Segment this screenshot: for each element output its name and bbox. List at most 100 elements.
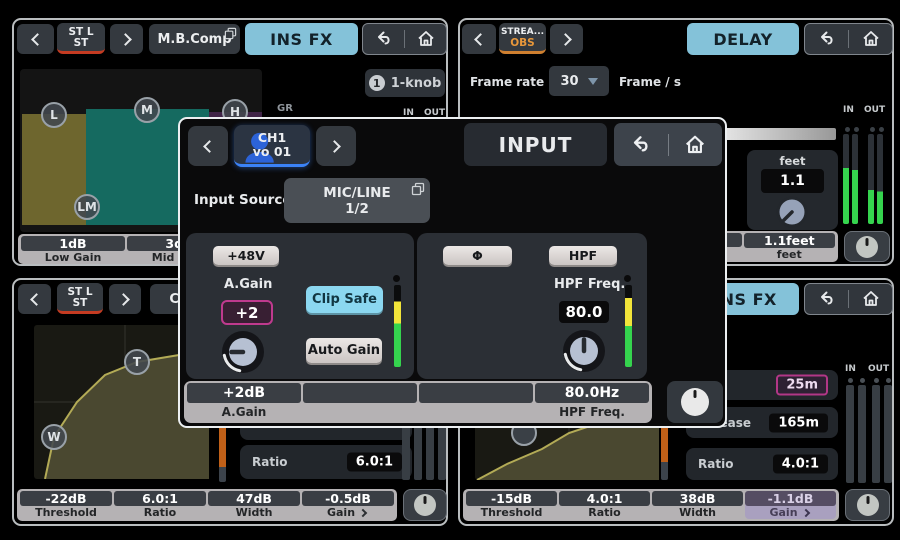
phase-button[interactable]: Φ: [443, 246, 512, 265]
prev-channel-button[interactable]: [18, 284, 51, 314]
param-seg-threshold[interactable]: -15dBThreshold: [466, 491, 557, 519]
param-strip: -15dBThreshold 4.0:1Ratio 38dBWidth -1.1…: [463, 489, 839, 521]
out-meter: [884, 385, 892, 483]
home-icon[interactable]: [860, 28, 882, 50]
copy-icon: [411, 182, 425, 196]
mixer-screen: ST L ST M.B.Comp INS FX L M H LM 1 1-kno…: [0, 0, 900, 540]
back-icon[interactable]: [628, 132, 654, 158]
in-label: IN: [845, 364, 856, 374]
back-icon[interactable]: [373, 28, 395, 50]
hpf-freq-knob[interactable]: [562, 329, 606, 373]
param-seg-3[interactable]: [419, 383, 533, 421]
width-marker[interactable]: W: [41, 424, 67, 450]
frame-rate-dropdown[interactable]: 30: [549, 66, 609, 96]
chevron-right-icon: [359, 508, 367, 516]
delay-value-box: feet 1.1: [747, 150, 838, 230]
again-label: A.Gain: [224, 277, 272, 292]
input-popup: CH1 vo 01 INPUT Input Source MIC/LINE 1/…: [178, 117, 727, 428]
back-icon[interactable]: [816, 288, 838, 310]
input-source-button[interactable]: MIC/LINE 1/2: [284, 178, 430, 223]
chevron-right-icon: [328, 140, 341, 153]
param-seg-gain-selected[interactable]: -1.1dBGain: [745, 491, 836, 519]
chevron-down-icon: [588, 78, 598, 85]
divider: [404, 30, 405, 48]
channel-tab-line2: OBS: [510, 38, 535, 49]
delay-value[interactable]: 1.1: [761, 169, 824, 193]
attack-value[interactable]: 25m: [776, 375, 828, 396]
param-seg-ratio[interactable]: 6.0:1Ratio: [114, 491, 206, 519]
ratio-row: Ratio 4.0:1: [686, 448, 838, 480]
param-seg-again[interactable]: +2dBA.Gain: [187, 383, 301, 421]
on-knob-button[interactable]: [667, 381, 723, 423]
home-icon[interactable]: [860, 288, 882, 310]
param-seg-delay[interactable]: 1.1feetfeet: [744, 233, 835, 260]
param-seg-2[interactable]: [303, 383, 417, 421]
again-value[interactable]: +2: [221, 300, 273, 325]
hpf-button[interactable]: HPF: [549, 246, 617, 265]
chevron-left-icon: [31, 33, 44, 46]
page-title-insfx[interactable]: INS FX: [245, 23, 358, 55]
home-icon[interactable]: [415, 28, 437, 50]
param-seg-lowgain[interactable]: 1dBLow Gain: [21, 236, 125, 262]
in-meter: [843, 134, 849, 224]
meter-peak-dot: [393, 275, 400, 282]
preset-button[interactable]: M.B.Comp: [149, 24, 240, 54]
ratio-value[interactable]: 4.0:1: [773, 455, 828, 474]
gr-label: GR: [277, 103, 293, 114]
divider: [848, 30, 849, 48]
band-marker-mid[interactable]: M: [134, 97, 160, 123]
delay-knob[interactable]: [776, 196, 808, 228]
hpf-section: Φ HPF HPF Freq. 80.0: [417, 233, 647, 379]
phantom-button[interactable]: +48V: [213, 246, 279, 265]
on-knob-button[interactable]: [844, 231, 890, 262]
chevron-right-icon: [117, 293, 130, 306]
param-seg-width[interactable]: 47dBWidth: [208, 491, 300, 519]
channel-tab[interactable]: STREA... OBS: [499, 23, 546, 54]
back-icon[interactable]: [816, 28, 838, 50]
on-knob-button[interactable]: [403, 489, 447, 521]
one-knob-button[interactable]: 1 1-knob: [365, 69, 445, 97]
hpf-freq-label: HPF Freq.: [554, 277, 625, 292]
band-marker-low[interactable]: L: [41, 102, 67, 128]
channel-tab[interactable]: ST L ST: [57, 23, 105, 54]
channel-id: CH1: [258, 131, 286, 145]
knob-icon: [856, 236, 878, 258]
delay-unit-label: feet: [747, 154, 838, 168]
param-seg-gain[interactable]: -0.5dBGain: [302, 491, 394, 519]
channel-tab-line1: ST L: [68, 27, 93, 38]
auto-gain-button[interactable]: Auto Gain: [306, 338, 382, 363]
ratio-value[interactable]: 6.0:1: [347, 453, 402, 472]
release-value[interactable]: 165m: [769, 413, 828, 432]
next-channel-button[interactable]: [550, 24, 583, 54]
threshold-marker[interactable]: T: [124, 349, 150, 375]
param-seg-width[interactable]: 38dBWidth: [652, 491, 743, 519]
param-seg-ratio[interactable]: 4.0:1Ratio: [559, 491, 650, 519]
next-channel-button[interactable]: [110, 24, 143, 54]
frame-unit-label: Frame / s: [619, 75, 681, 89]
hpf-freq-value[interactable]: 80.0: [559, 301, 609, 323]
meter-peak-dot: [854, 127, 859, 132]
next-channel-button[interactable]: [316, 126, 356, 166]
band-marker-lowmid[interactable]: LM: [74, 194, 100, 220]
clip-safe-button[interactable]: Clip Safe: [306, 286, 383, 313]
next-channel-button[interactable]: [109, 284, 141, 314]
out-label: OUT: [864, 105, 885, 115]
meter-peak-dot: [860, 378, 865, 383]
channel-select-button[interactable]: CH1 vo 01: [234, 125, 310, 167]
again-knob[interactable]: [221, 330, 265, 374]
channel-tab-line1: STREA...: [501, 27, 544, 38]
param-strip: -22dBThreshold 6.0:1Ratio 47dBWidth -0.5…: [17, 489, 397, 521]
param-seg-hpffreq[interactable]: 80.0HzHPF Freq.: [535, 383, 649, 421]
meter-peak-dot: [845, 127, 850, 132]
chevron-right-icon: [559, 33, 572, 46]
prev-channel-button[interactable]: [462, 24, 496, 54]
on-knob-button[interactable]: [845, 489, 890, 521]
preamp-meter: [394, 285, 401, 367]
prev-channel-button[interactable]: [188, 126, 228, 166]
page-title-delay[interactable]: DELAY: [687, 23, 799, 55]
prev-channel-button[interactable]: [17, 24, 54, 54]
param-seg-threshold[interactable]: -22dBThreshold: [20, 491, 112, 519]
divider: [668, 134, 669, 156]
home-icon[interactable]: [682, 132, 708, 158]
channel-tab[interactable]: ST L ST: [57, 283, 103, 314]
